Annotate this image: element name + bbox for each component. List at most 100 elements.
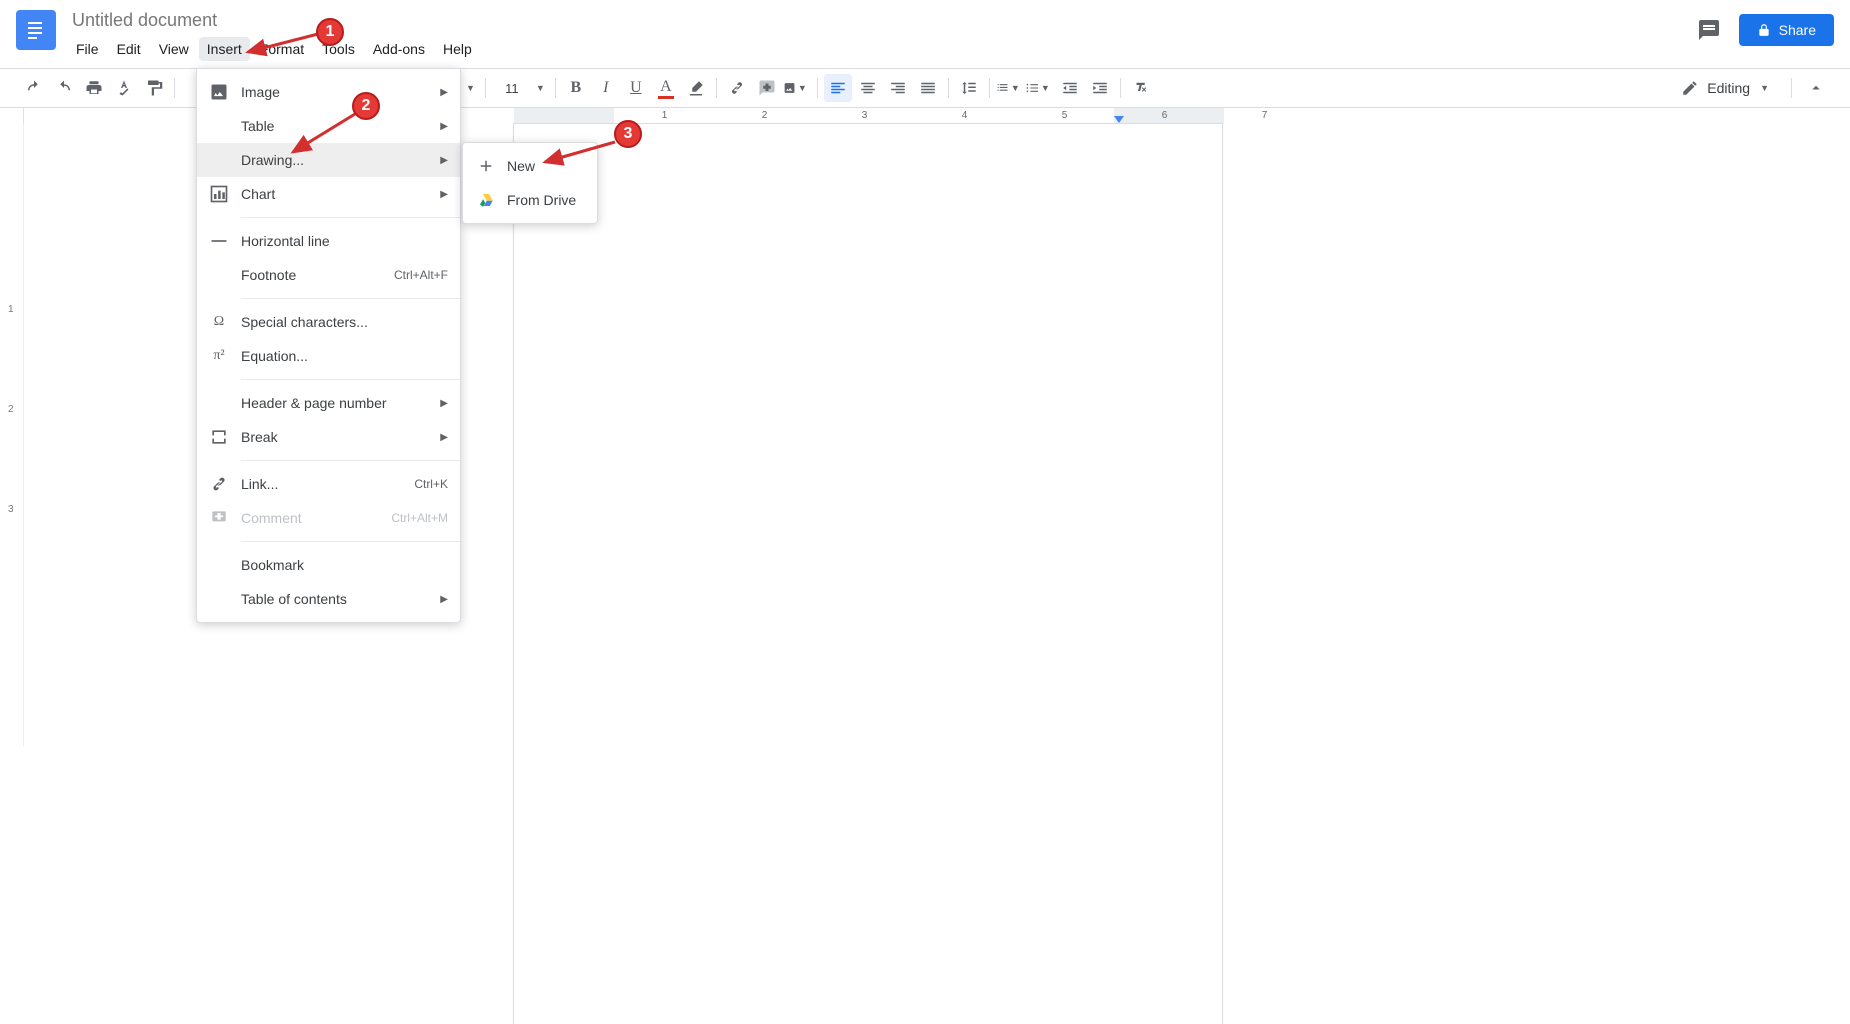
highlight-button[interactable] [682, 74, 710, 102]
comment-icon [209, 508, 229, 528]
font-size-arrow[interactable]: ▼ [536, 83, 545, 93]
menu-addons[interactable]: Add-ons [365, 37, 433, 61]
menu-item-footnote[interactable]: Footnote Ctrl+Alt+F [197, 258, 460, 292]
editing-mode-button[interactable]: Editing ▼ [1673, 75, 1781, 101]
footnote-icon [209, 265, 229, 285]
title-area: Untitled document File Edit View Insert … [68, 8, 1695, 61]
menu-item-horizontal-line[interactable]: Horizontal line [197, 224, 460, 258]
chart-icon [209, 184, 229, 204]
menu-item-label: Chart [241, 186, 440, 202]
menu-shortcut: Ctrl+Alt+F [394, 268, 448, 282]
undo-button[interactable] [20, 74, 48, 102]
submenu-item-from-drive[interactable]: From Drive [463, 183, 597, 217]
docs-logo[interactable] [16, 10, 56, 50]
document-page[interactable] [514, 124, 1222, 1024]
submenu-arrow-icon: ▶ [440, 155, 448, 166]
annotation-callout-3: 3 [614, 120, 642, 148]
header-right: Share [1695, 8, 1834, 46]
toolbar-separator [817, 78, 818, 98]
menu-item-table[interactable]: Table ▶ [197, 109, 460, 143]
bold-button[interactable]: B [562, 74, 590, 102]
menu-format[interactable]: Format [252, 37, 312, 61]
pi-icon: π² [209, 346, 229, 366]
font-dropdown-arrow[interactable]: ▼ [466, 83, 475, 93]
submenu-arrow-icon: ▶ [440, 594, 448, 605]
print-button[interactable] [80, 74, 108, 102]
menu-item-chart[interactable]: Chart ▶ [197, 177, 460, 211]
menu-item-link[interactable]: Link... Ctrl+K [197, 467, 460, 501]
menu-edit[interactable]: Edit [109, 37, 149, 61]
doc-title[interactable]: Untitled document [68, 8, 1695, 33]
menu-item-label: Special characters... [241, 314, 448, 330]
menu-item-label: Comment [241, 510, 391, 526]
menu-item-label: Equation... [241, 348, 448, 364]
menu-item-label: Table [241, 118, 440, 134]
share-button[interactable]: Share [1739, 14, 1834, 46]
menu-item-drawing[interactable]: Drawing... ▶ [197, 143, 460, 177]
submenu-arrow-icon: ▶ [440, 189, 448, 200]
insert-image-button[interactable]: ▼ [783, 74, 811, 102]
app-header: Untitled document File Edit View Insert … [0, 0, 1850, 68]
menu-item-bookmark[interactable]: Bookmark [197, 548, 460, 582]
menu-file[interactable]: File [68, 37, 107, 61]
menu-insert[interactable]: Insert [199, 37, 250, 61]
collapse-toolbar-button[interactable] [1802, 74, 1830, 102]
menu-view[interactable]: View [151, 37, 197, 61]
toc-icon [209, 589, 229, 609]
submenu-arrow-icon: ▶ [440, 432, 448, 443]
align-center-button[interactable] [854, 74, 882, 102]
menu-item-equation[interactable]: π² Equation... [197, 339, 460, 373]
toolbar-separator [716, 78, 717, 98]
plus-icon [477, 157, 495, 175]
table-icon [209, 116, 229, 136]
vertical-ruler[interactable]: 1 2 3 [0, 124, 24, 746]
align-justify-button[interactable] [914, 74, 942, 102]
submenu-label: New [507, 158, 535, 174]
align-left-button[interactable] [824, 74, 852, 102]
insert-link-button[interactable] [723, 74, 751, 102]
annotation-callout-2: 2 [352, 92, 380, 120]
menu-item-label: Table of contents [241, 591, 440, 607]
paint-format-button[interactable] [140, 74, 168, 102]
menu-item-break[interactable]: Break ▶ [197, 420, 460, 454]
menubar: File Edit View Insert Format Tools Add-o… [68, 37, 1695, 61]
submenu-arrow-icon: ▶ [440, 121, 448, 132]
increase-indent-button[interactable] [1086, 74, 1114, 102]
submenu-item-new[interactable]: New [463, 149, 597, 183]
menu-item-header-page-number[interactable]: Header & page number ▶ [197, 386, 460, 420]
annotation-callout-1: 1 [316, 18, 344, 46]
menu-item-label: Horizontal line [241, 233, 448, 249]
menu-item-table-of-contents[interactable]: Table of contents ▶ [197, 582, 460, 616]
toolbar-separator [555, 78, 556, 98]
numbered-list-button[interactable]: ▼ [996, 74, 1024, 102]
menu-separator [241, 217, 460, 218]
insert-comment-button[interactable] [753, 74, 781, 102]
menu-item-label: Break [241, 429, 440, 445]
toolbar-separator [989, 78, 990, 98]
menu-item-image[interactable]: Image ▶ [197, 75, 460, 109]
insert-menu-dropdown: Image ▶ Table ▶ Drawing... ▶ Chart ▶ Hor… [196, 68, 461, 623]
drive-icon [477, 191, 495, 209]
menu-item-label: Header & page number [241, 395, 440, 411]
editing-mode-label: Editing [1707, 80, 1750, 96]
menu-help[interactable]: Help [435, 37, 480, 61]
italic-button[interactable]: I [592, 74, 620, 102]
clear-formatting-button[interactable] [1127, 74, 1155, 102]
spellcheck-button[interactable] [110, 74, 138, 102]
decrease-indent-button[interactable] [1056, 74, 1084, 102]
font-size-input[interactable]: 11 [492, 81, 532, 96]
underline-button[interactable]: U [622, 74, 650, 102]
menu-item-special-characters[interactable]: Ω Special characters... [197, 305, 460, 339]
bulleted-list-button[interactable]: ▼ [1026, 74, 1054, 102]
drawing-submenu: New From Drive [462, 142, 598, 224]
link-icon [209, 474, 229, 494]
align-right-button[interactable] [884, 74, 912, 102]
header-icon [209, 393, 229, 413]
menu-separator [241, 460, 460, 461]
break-icon [209, 427, 229, 447]
text-color-button[interactable]: A [652, 74, 680, 102]
line-spacing-button[interactable] [955, 74, 983, 102]
redo-button[interactable] [50, 74, 78, 102]
open-comments-button[interactable] [1695, 16, 1723, 44]
toolbar-separator [174, 78, 175, 98]
